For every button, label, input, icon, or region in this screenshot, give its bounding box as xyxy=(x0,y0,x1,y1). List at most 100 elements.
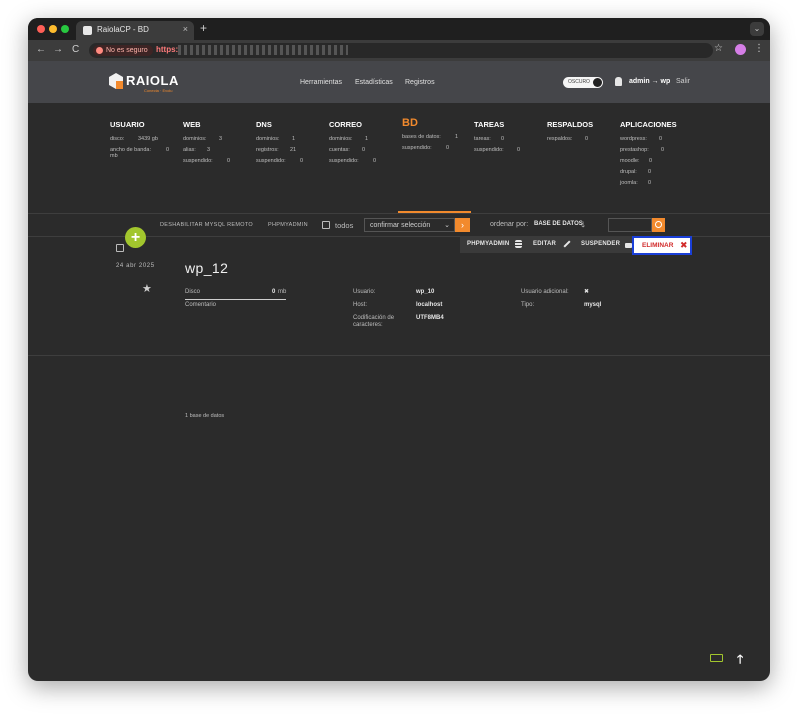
stat-web[interactable]: WEB dominios: 3 alias: 3 suspendido: 0 xyxy=(183,120,253,169)
tab-title: RaiolaCP - BD xyxy=(97,25,149,34)
order-by-dropdown[interactable]: BASE DE DATOS xyxy=(534,221,583,227)
stat-title[interactable]: WEB xyxy=(183,120,253,129)
select-all-checkbox[interactable] xyxy=(322,221,330,229)
stat-title[interactable]: CORREO xyxy=(329,120,399,129)
browser-toolbar: ← → C No es seguro https:/ ☆ ⋮ xyxy=(28,40,770,61)
select-all-label: todos xyxy=(335,221,354,230)
new-tab-button[interactable]: + xyxy=(200,21,207,35)
stat-row: registros: 21 xyxy=(256,147,297,153)
stat-row: suspendido: 0 xyxy=(183,158,231,164)
search-input[interactable] xyxy=(608,218,652,232)
stat-row: cuentas: 0 xyxy=(329,147,366,153)
stat-row: moodle: 0 xyxy=(620,158,653,164)
url-scheme: https:/ xyxy=(156,45,181,54)
theme-toggle[interactable]: OSCURO xyxy=(563,77,603,88)
stat-row: dominios: 3 xyxy=(183,136,223,142)
stat-title-active[interactable]: BD xyxy=(402,117,472,129)
charset-value: UTF8MB4 xyxy=(416,315,444,321)
user-label[interactable]: admin → wp xyxy=(629,78,670,85)
database-icon[interactable] xyxy=(515,240,522,248)
bulk-action-select[interactable]: confirmar selección ⌄ xyxy=(364,218,455,232)
keyboard-icon[interactable] xyxy=(710,654,723,662)
type-value: mysql xyxy=(584,302,602,308)
minimize-window-button[interactable] xyxy=(49,25,57,33)
host-value: localhost xyxy=(416,302,443,308)
stat-row: respaldos: 0 xyxy=(547,136,589,142)
close-window-button[interactable] xyxy=(37,25,45,33)
stat-aplicaciones[interactable]: APLICACIONES wordpress: 0 prestashop: 0 mo… xyxy=(620,120,690,191)
add-database-button[interactable]: + xyxy=(125,227,146,248)
nav-estadisticas[interactable]: Estadísticas xyxy=(355,79,393,86)
stat-title[interactable]: USUARIO xyxy=(110,120,180,129)
app-header: RAIOLA Conecta · Evolu Herramientas Esta… xyxy=(28,61,770,103)
record-checkbox[interactable] xyxy=(116,244,124,252)
stat-title[interactable]: RESPALDOS xyxy=(547,120,617,129)
disk-value: 0 xyxy=(272,289,276,295)
stats-panel: USUARIO disco: 3439 gb ancho de banda: 0 m… xyxy=(28,103,770,231)
stat-dns[interactable]: DNS dominios: 1 registros: 21 suspendido: 0 xyxy=(256,120,326,169)
bookmark-star-icon[interactable]: ☆ xyxy=(714,43,723,54)
back-button[interactable]: ← xyxy=(36,44,46,55)
apply-bulk-button[interactable]: › xyxy=(455,218,470,232)
action-suspend[interactable]: SUSPENDER xyxy=(581,241,620,247)
disk-usage-bar xyxy=(185,299,286,300)
logo-text[interactable]: RAIOLA xyxy=(126,73,179,88)
warning-icon xyxy=(96,47,103,54)
stat-title[interactable]: APLICACIONES xyxy=(620,120,690,129)
maximize-window-button[interactable] xyxy=(61,25,69,33)
reload-button[interactable]: C xyxy=(72,44,79,55)
delete-x-icon: ✖ xyxy=(680,240,688,250)
record-date: 24 abr 2025 xyxy=(116,263,155,269)
lock-icon[interactable] xyxy=(625,243,632,248)
security-chip[interactable]: No es seguro xyxy=(93,45,153,56)
stat-row: prestashop: 0 xyxy=(620,147,665,153)
security-label: No es seguro xyxy=(106,47,148,54)
nav-herramientas[interactable]: Herramientas xyxy=(300,79,342,86)
theme-toggle-label: OSCURO xyxy=(568,79,590,85)
chevron-down-icon: ⌄ xyxy=(444,222,450,229)
charset-label-2: caracteres: xyxy=(353,322,383,328)
stat-correo[interactable]: CORREO dominios: 1 cuentas: 0 suspendido: 0 xyxy=(329,120,399,169)
logout-link[interactable]: Salir xyxy=(676,78,690,85)
bell-icon[interactable] xyxy=(615,77,622,86)
profile-avatar[interactable] xyxy=(735,44,746,55)
bulk-action-value: confirmar selección xyxy=(370,222,431,229)
browser-menu-icon[interactable]: ⋮ xyxy=(754,43,764,54)
stat-row: dominios: 1 xyxy=(256,136,296,142)
delete-button[interactable]: ELIMINAR ✖ xyxy=(632,236,692,255)
tab-search-button[interactable]: ⌄ xyxy=(750,22,764,36)
favicon-icon xyxy=(83,26,92,35)
search-icon[interactable] xyxy=(652,218,665,232)
stat-row: joomla: 0 xyxy=(620,180,652,186)
database-count: 1 base de datos xyxy=(185,413,225,419)
stat-row: suspendido: 0 xyxy=(256,158,304,164)
pencil-icon[interactable] xyxy=(563,240,571,248)
stat-usuario[interactable]: USUARIO disco: 3439 gb ancho de banda: 0 m… xyxy=(110,120,180,164)
close-icon: ✖ xyxy=(584,289,590,295)
nav-registros[interactable]: Registros xyxy=(405,79,435,86)
address-bar[interactable]: No es seguro https:/ xyxy=(89,43,713,58)
disable-remote-mysql-link[interactable]: DESHABILITAR MYSQL REMOTO xyxy=(160,222,253,228)
browser-tab[interactable]: RaiolaCP - BD × xyxy=(76,21,194,40)
stat-row: suspendido: 0 xyxy=(329,158,377,164)
tab-bar: RaiolaCP - BD × + ⌄ xyxy=(28,18,770,40)
scroll-top-icon[interactable]: 🡑 xyxy=(737,650,743,671)
stat-respaldos[interactable]: RESPALDOS respaldos: 0 xyxy=(547,120,617,147)
disk-unit: mb xyxy=(278,289,287,295)
forward-button[interactable]: → xyxy=(53,44,63,55)
tab-close-icon[interactable]: × xyxy=(183,24,188,34)
star-icon[interactable]: ★ xyxy=(142,282,152,295)
stat-row: suspendido: 0 xyxy=(474,147,521,153)
database-name[interactable]: wp_12 xyxy=(185,260,228,276)
stat-row: alias: 3 xyxy=(183,147,211,153)
stat-title[interactable]: DNS xyxy=(256,120,326,129)
sort-arrow-icon[interactable]: 🡓 xyxy=(581,219,585,233)
stat-bd[interactable]: BD bases de datos: 1 suspendido: 0 xyxy=(402,117,472,156)
stat-tareas[interactable]: TAREAS tareas: 0 suspendido: 0 xyxy=(474,120,544,158)
action-edit[interactable]: EDITAR xyxy=(533,241,556,247)
phpmyadmin-link[interactable]: PHPMYADMIN xyxy=(268,222,308,228)
stat-row: wordpress: 0 xyxy=(620,136,663,142)
user-value: wp_10 xyxy=(416,289,435,295)
stat-title[interactable]: TAREAS xyxy=(474,120,544,129)
action-phpmyadmin[interactable]: PHPMYADMIN xyxy=(467,241,509,247)
